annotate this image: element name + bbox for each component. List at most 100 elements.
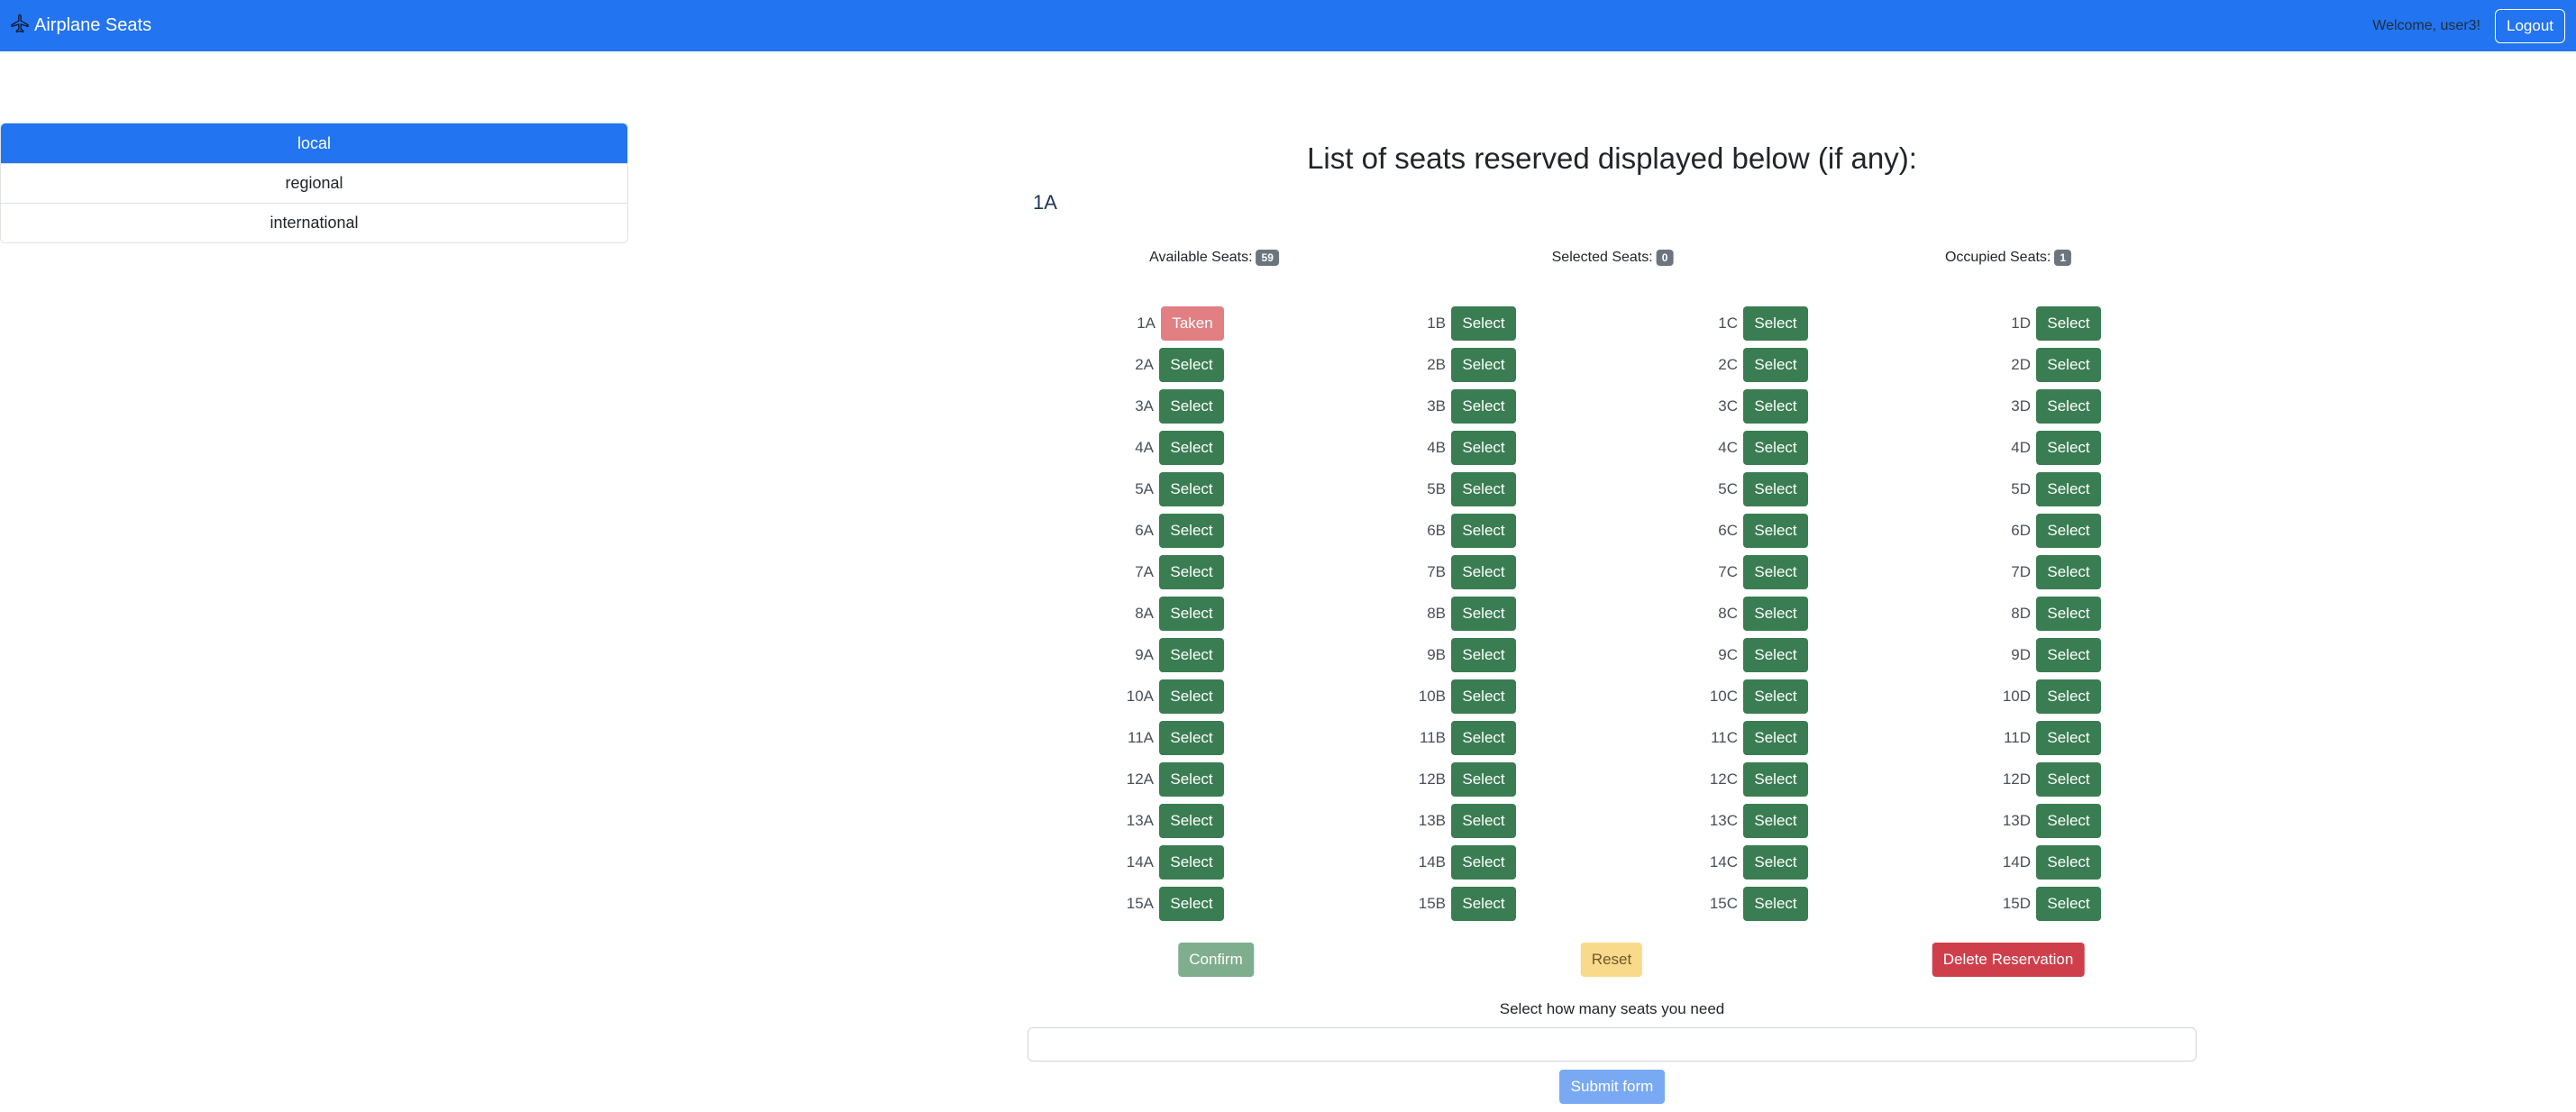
seat-select-button[interactable]: Select [1451, 389, 1516, 424]
seat-label: 8B [1427, 605, 1446, 622]
seat-row: 4B Select [1390, 427, 1516, 469]
seat-label: 2A [1135, 356, 1154, 373]
seat-select-button[interactable]: Select [1451, 472, 1516, 506]
seat-select-button[interactable]: Select [1159, 804, 1224, 838]
seat-select-button[interactable]: Select [1451, 348, 1516, 382]
confirm-button[interactable]: Confirm [1178, 943, 1254, 977]
seat-select-button[interactable]: Select [2036, 306, 2101, 341]
seat-row: 13D Select [1975, 800, 2101, 842]
reset-button[interactable]: Reset [1580, 943, 1643, 977]
seat-select-button[interactable]: Select [1743, 679, 1808, 714]
seat-select-button[interactable]: Select [1159, 472, 1224, 506]
seat-select-button[interactable]: Select [2036, 721, 2101, 755]
seat-label: 12A [1126, 770, 1154, 788]
seat-label: 13C [1709, 812, 1738, 829]
selected-badge: 0 [1656, 250, 1674, 266]
seat-select-button[interactable]: Select [2036, 514, 2101, 548]
sidebar-item-international[interactable]: international [1, 203, 627, 242]
seat-select-button[interactable]: Select [1159, 638, 1224, 672]
seat-select-button[interactable]: Select [1159, 597, 1224, 631]
seat-select-button[interactable]: Select [1743, 472, 1808, 506]
seat-select-button[interactable]: Select [2036, 348, 2101, 382]
seat-row: 11A Select [1098, 717, 1224, 759]
reserved-seats-list: 1A [1033, 191, 1057, 214]
seat-select-button[interactable]: Select [2036, 845, 2101, 880]
seat-label: 5A [1135, 480, 1154, 497]
seat-select-button[interactable]: Select [1159, 762, 1224, 797]
seat-select-button[interactable]: Select [1451, 721, 1516, 755]
seat-label: 3D [2011, 397, 2031, 415]
seat-select-button[interactable]: Select [1159, 431, 1224, 465]
seat-column-b: 1B Select 2B Select 3B Select 4B Select 5B Select… [1390, 303, 1516, 925]
seat-select-button[interactable]: Select [1451, 638, 1516, 672]
seat-select-button[interactable]: Select [2036, 804, 2101, 838]
airplane-icon [9, 13, 34, 40]
seat-label: 6A [1135, 522, 1154, 539]
seat-select-button[interactable]: Select [2036, 638, 2101, 672]
seat-row: 5D Select [1975, 469, 2101, 510]
seat-row: 13B Select [1390, 800, 1516, 842]
seat-select-button[interactable]: Select [1743, 514, 1808, 548]
seat-row: 3D Select [1975, 386, 2101, 427]
seat-label: 15C [1709, 895, 1738, 912]
seat-select-button[interactable]: Select [1159, 887, 1224, 921]
seat-taken-button[interactable]: Taken [1161, 306, 1224, 341]
seat-select-button[interactable]: Select [1159, 555, 1224, 589]
seat-select-button[interactable]: Select [1743, 887, 1808, 921]
sidebar-item-regional[interactable]: regional [1, 163, 627, 203]
brand-title: Airplane Seats [34, 15, 152, 35]
seat-select-button[interactable]: Select [1159, 679, 1224, 714]
seat-select-button[interactable]: Select [1451, 306, 1516, 341]
logout-button[interactable]: Logout [2495, 8, 2565, 43]
seat-select-button[interactable]: Select [1743, 306, 1808, 341]
seat-label: 3A [1135, 397, 1154, 415]
seat-select-button[interactable]: Select [2036, 555, 2101, 589]
seat-select-button[interactable]: Select [2036, 679, 2101, 714]
brand[interactable]: Airplane Seats [9, 13, 151, 40]
seat-select-button[interactable]: Select [1159, 845, 1224, 880]
seat-select-button[interactable]: Select [1743, 555, 1808, 589]
seat-count-input[interactable] [1028, 1027, 2197, 1062]
seat-select-button[interactable]: Select [1451, 431, 1516, 465]
seat-select-button[interactable]: Select [2036, 762, 2101, 797]
seat-select-button[interactable]: Select [2036, 431, 2101, 465]
seat-select-button[interactable]: Select [1743, 597, 1808, 631]
seat-select-button[interactable]: Select [1159, 389, 1224, 424]
seat-select-button[interactable]: Select [1451, 597, 1516, 631]
seat-select-button[interactable]: Select [1743, 638, 1808, 672]
seat-label: 12B [1418, 770, 1446, 788]
seat-select-button[interactable]: Select [1743, 431, 1808, 465]
seat-select-button[interactable]: Select [1743, 721, 1808, 755]
seat-row: 2A Select [1098, 344, 1224, 386]
seat-select-button[interactable]: Select [1743, 804, 1808, 838]
seat-select-button[interactable]: Select [1159, 721, 1224, 755]
seat-row: 14B Select [1390, 842, 1516, 883]
seat-select-button[interactable]: Select [1451, 887, 1516, 921]
seat-select-button[interactable]: Select [2036, 472, 2101, 506]
seat-label: 3C [1718, 397, 1738, 415]
delete-reservation-button[interactable]: Delete Reservation [1932, 943, 2085, 977]
seat-select-button[interactable]: Select [1743, 389, 1808, 424]
seat-label: 5C [1718, 480, 1738, 497]
seat-row: 3A Select [1098, 386, 1224, 427]
submit-form-button[interactable]: Submit form [1558, 1070, 1666, 1104]
seat-row: 8B Select [1390, 593, 1516, 634]
seat-label: 11B [1420, 729, 1446, 746]
seat-label: 7D [2011, 563, 2031, 580]
seat-select-button[interactable]: Select [1159, 348, 1224, 382]
seat-select-button[interactable]: Select [1451, 845, 1516, 880]
seat-select-button[interactable]: Select [2036, 597, 2101, 631]
seat-select-button[interactable]: Select [1743, 845, 1808, 880]
seat-select-button[interactable]: Select [2036, 887, 2101, 921]
seat-row: 15C Select [1682, 883, 1808, 925]
seat-select-button[interactable]: Select [1159, 514, 1224, 548]
seat-select-button[interactable]: Select [1451, 804, 1516, 838]
seat-select-button[interactable]: Select [1451, 555, 1516, 589]
seat-select-button[interactable]: Select [1451, 679, 1516, 714]
seat-select-button[interactable]: Select [1743, 762, 1808, 797]
seat-select-button[interactable]: Select [1451, 514, 1516, 548]
seat-select-button[interactable]: Select [2036, 389, 2101, 424]
seat-select-button[interactable]: Select [1743, 348, 1808, 382]
seat-select-button[interactable]: Select [1451, 762, 1516, 797]
sidebar-item-local[interactable]: local [1, 123, 627, 163]
